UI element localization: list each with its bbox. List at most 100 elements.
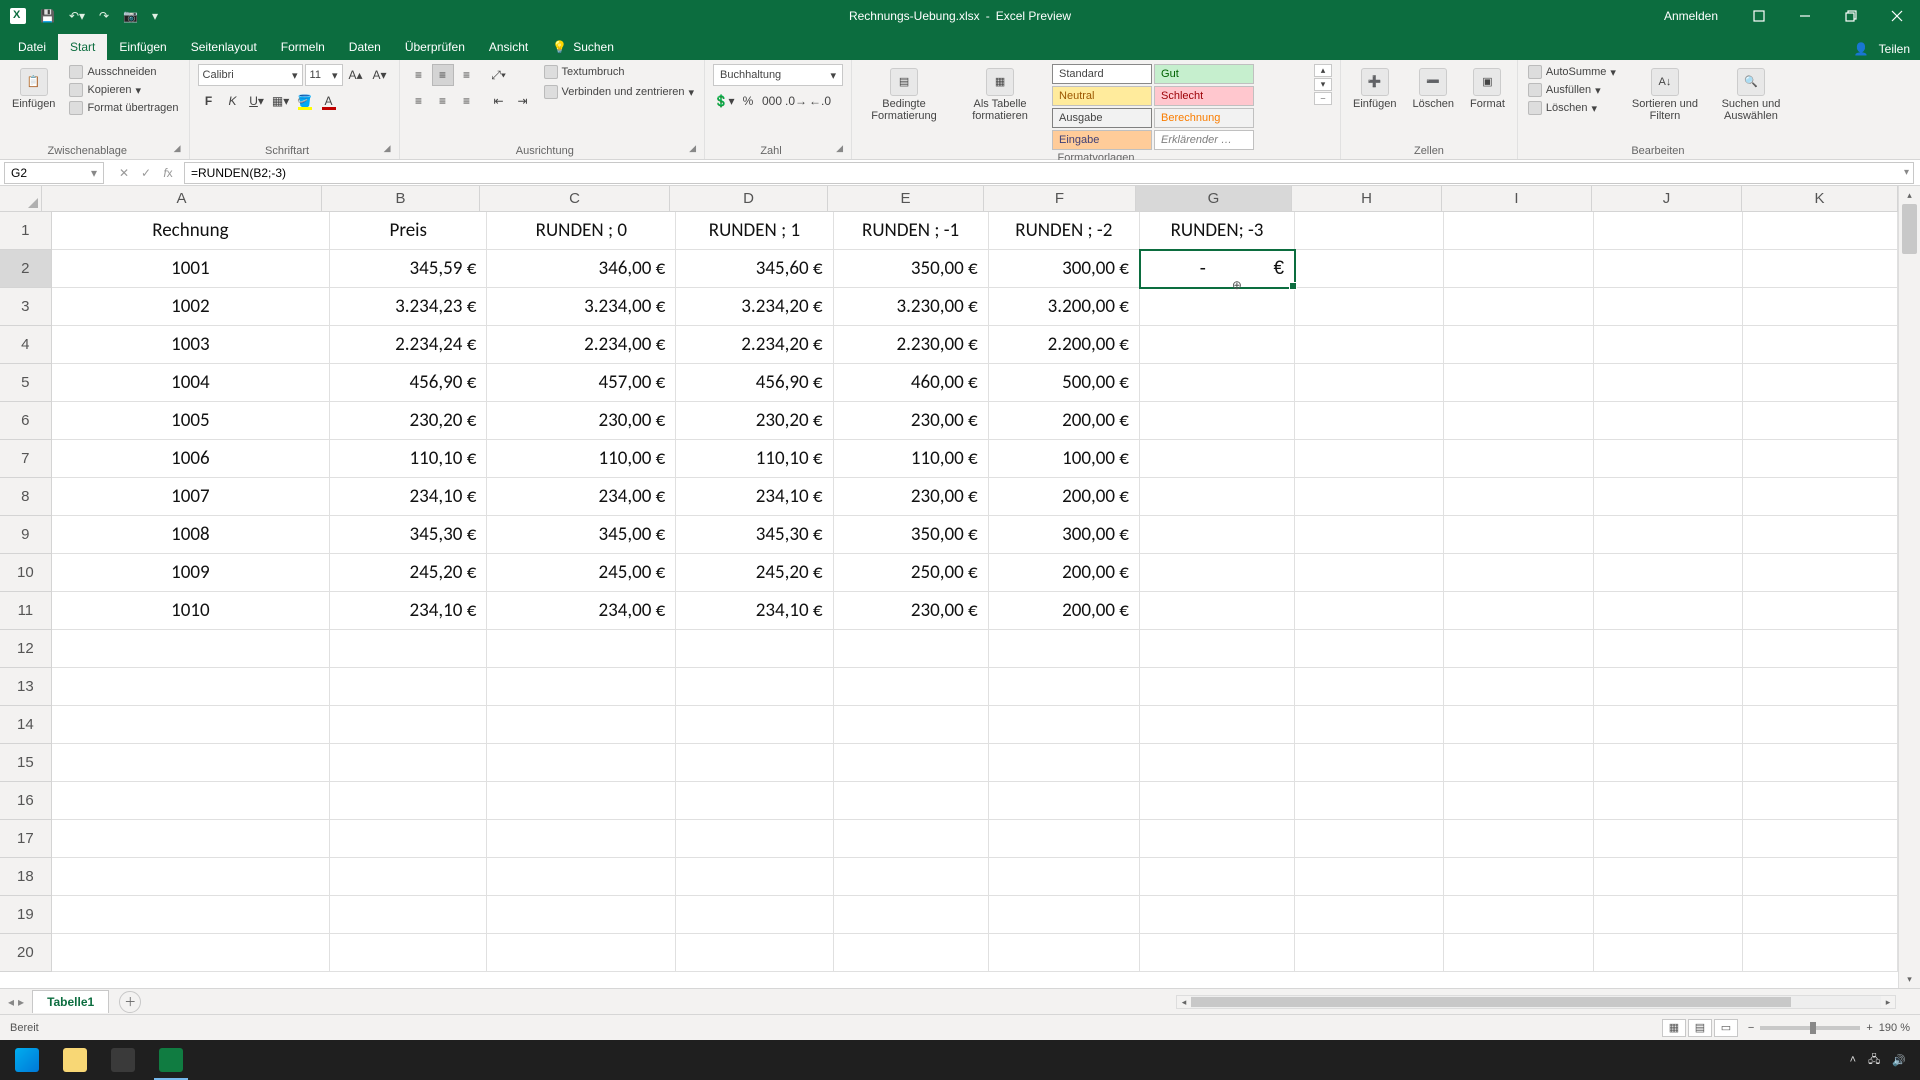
row-header-4[interactable]: 4 <box>0 326 52 364</box>
horizontal-scrollbar[interactable]: ◂ ▸ <box>1176 995 1896 1009</box>
cell-I18[interactable] <box>1444 858 1593 896</box>
cell-E16[interactable] <box>834 782 989 820</box>
tab-home[interactable]: Start <box>58 34 107 60</box>
qat-quickprint-icon[interactable]: 📷 <box>123 9 138 23</box>
fx-icon[interactable]: fx <box>158 166 178 180</box>
cell-F13[interactable] <box>989 668 1140 706</box>
page-break-view-button[interactable]: ▭ <box>1714 1019 1738 1037</box>
cell-C8[interactable]: 234,00 € <box>487 478 676 516</box>
cell-F12[interactable] <box>989 630 1140 668</box>
tab-data[interactable]: Daten <box>337 34 393 60</box>
cell-J4[interactable] <box>1594 326 1743 364</box>
cell-D8[interactable]: 234,10 € <box>676 478 833 516</box>
cell-D9[interactable]: 345,30 € <box>676 516 833 554</box>
cell-E7[interactable]: 110,00 € <box>834 440 989 478</box>
format-painter-button[interactable]: Format übertragen <box>67 100 180 116</box>
row-header-15[interactable]: 15 <box>0 744 52 782</box>
cell-B11[interactable]: 234,10 € <box>330 592 487 630</box>
comma-button[interactable]: 000 <box>761 90 783 112</box>
cell-K3[interactable] <box>1743 288 1898 326</box>
cell-G18[interactable] <box>1140 858 1295 896</box>
cell-H18[interactable] <box>1295 858 1444 896</box>
cell-J18[interactable] <box>1594 858 1743 896</box>
cell-C14[interactable] <box>487 706 676 744</box>
style-output[interactable]: Ausgabe <box>1052 108 1152 128</box>
cell-J13[interactable] <box>1594 668 1743 706</box>
row-header-6[interactable]: 6 <box>0 402 52 440</box>
row-header-5[interactable]: 5 <box>0 364 52 402</box>
cell-K5[interactable] <box>1743 364 1898 402</box>
cell-A5[interactable]: 1004 <box>52 364 330 402</box>
cell-J7[interactable] <box>1594 440 1743 478</box>
cell-C1[interactable]: RUNDEN ; 0 <box>487 212 676 250</box>
share-button[interactable]: Teilen <box>1879 42 1910 56</box>
tab-review[interactable]: Überprüfen <box>393 34 477 60</box>
cell-F4[interactable]: 2.200,00 € <box>989 326 1140 364</box>
cell-D1[interactable]: RUNDEN ; 1 <box>676 212 833 250</box>
cell-I12[interactable] <box>1444 630 1593 668</box>
row-header-14[interactable]: 14 <box>0 706 52 744</box>
cell-E15[interactable] <box>834 744 989 782</box>
cell-F15[interactable] <box>989 744 1140 782</box>
cell-J6[interactable] <box>1594 402 1743 440</box>
column-header-C[interactable]: C <box>480 186 670 211</box>
cell-H7[interactable] <box>1295 440 1444 478</box>
cell-D18[interactable] <box>676 858 833 896</box>
cell-J14[interactable] <box>1594 706 1743 744</box>
cell-C13[interactable] <box>487 668 676 706</box>
cell-I16[interactable] <box>1444 782 1593 820</box>
cell-G3[interactable] <box>1140 288 1295 326</box>
cell-F7[interactable]: 100,00 € <box>989 440 1140 478</box>
cell-C10[interactable]: 245,00 € <box>487 554 676 592</box>
task-explorer[interactable] <box>52 1040 98 1080</box>
cell-J1[interactable] <box>1594 212 1743 250</box>
cell-K16[interactable] <box>1743 782 1898 820</box>
tab-file[interactable]: Datei <box>6 34 58 60</box>
cell-B5[interactable]: 456,90 € <box>330 364 487 402</box>
style-bad[interactable]: Schlecht <box>1154 86 1254 106</box>
sheet-tab-tabelle1[interactable]: Tabelle1 <box>32 990 109 1013</box>
cut-button[interactable]: Ausschneiden <box>67 64 180 80</box>
italic-button[interactable]: K <box>222 90 244 112</box>
cell-H13[interactable] <box>1295 668 1444 706</box>
cell-H20[interactable] <box>1295 934 1444 972</box>
zoom-slider[interactable] <box>1760 1026 1860 1030</box>
cell-J3[interactable] <box>1594 288 1743 326</box>
cell-K7[interactable] <box>1743 440 1898 478</box>
cell-E18[interactable] <box>834 858 989 896</box>
cell-F3[interactable]: 3.200,00 € <box>989 288 1140 326</box>
cell-E9[interactable]: 350,00 € <box>834 516 989 554</box>
cell-D4[interactable]: 2.234,20 € <box>676 326 833 364</box>
cell-K13[interactable] <box>1743 668 1898 706</box>
cell-E5[interactable]: 460,00 € <box>834 364 989 402</box>
name-box[interactable]: G2▾ <box>4 162 104 184</box>
cell-I4[interactable] <box>1444 326 1593 364</box>
cell-D10[interactable]: 245,20 € <box>676 554 833 592</box>
cell-C11[interactable]: 234,00 € <box>487 592 676 630</box>
cell-J17[interactable] <box>1594 820 1743 858</box>
number-format-combo[interactable]: Buchhaltung▾ <box>713 64 843 86</box>
cell-D2[interactable]: 345,60 € <box>676 250 833 288</box>
cell-F17[interactable] <box>989 820 1140 858</box>
cell-A19[interactable] <box>52 896 330 934</box>
cell-B19[interactable] <box>330 896 487 934</box>
style-neutral[interactable]: Neutral <box>1052 86 1152 106</box>
scroll-up-icon[interactable]: ▴ <box>1899 186 1920 204</box>
cell-E6[interactable]: 230,00 € <box>834 402 989 440</box>
cell-F8[interactable]: 200,00 € <box>989 478 1140 516</box>
enter-formula-icon[interactable]: ✓ <box>136 166 156 180</box>
column-header-D[interactable]: D <box>670 186 828 211</box>
style-calculation[interactable]: Berechnung <box>1154 108 1254 128</box>
row-header-1[interactable]: 1 <box>0 212 52 250</box>
gallery-down-icon[interactable]: ▾ <box>1314 78 1332 91</box>
cell-G19[interactable] <box>1140 896 1295 934</box>
cell-B4[interactable]: 2.234,24 € <box>330 326 487 364</box>
cell-C12[interactable] <box>487 630 676 668</box>
number-dialog-launcher[interactable]: ◢ <box>829 143 843 157</box>
underline-button[interactable]: U▾ <box>246 90 268 112</box>
cell-K12[interactable] <box>1743 630 1898 668</box>
copy-button[interactable]: Kopieren ▾ <box>67 82 180 98</box>
cell-H6[interactable] <box>1295 402 1444 440</box>
cell-B2[interactable]: 345,59 € <box>330 250 487 288</box>
zoom-control[interactable]: − + 190 % <box>1748 1022 1910 1034</box>
